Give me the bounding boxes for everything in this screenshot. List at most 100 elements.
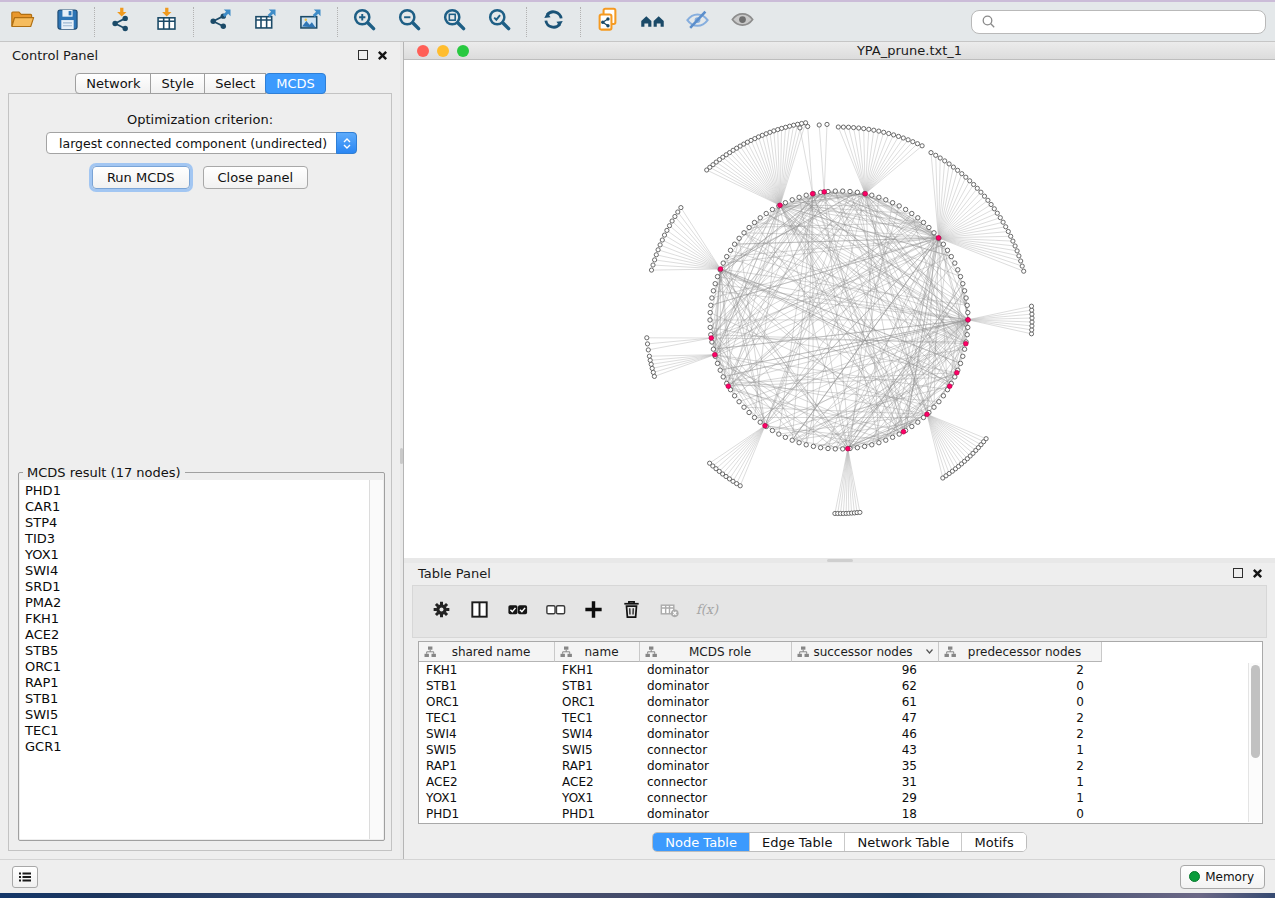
mcds-result-scrollbar[interactable] (369, 480, 383, 839)
mcds-result-item[interactable]: ACE2 (25, 627, 369, 643)
binoculars-button[interactable] (630, 5, 675, 39)
export-network-button[interactable] (198, 5, 243, 39)
mcds-result-item[interactable]: CAR1 (25, 499, 369, 515)
export-table-button[interactable] (243, 5, 288, 39)
horizontal-splitter[interactable] (404, 558, 1275, 563)
close-window-light[interactable] (417, 45, 429, 57)
close-panel-button[interactable]: Close panel (203, 166, 309, 189)
table-row[interactable]: SWI4SWI4dominator462 (419, 726, 1262, 742)
hide-selected-button[interactable] (675, 5, 720, 39)
mcds-result-item[interactable]: PHD1 (25, 483, 369, 499)
tab-select[interactable]: Select (204, 73, 266, 94)
network-window-titlebar[interactable]: YPA_prune.txt_1 (404, 42, 1275, 60)
column-header-predecessor-nodes[interactable]: predecessor nodes (939, 642, 1102, 662)
uncheck-pair-icon (544, 598, 567, 625)
export-image-button[interactable] (288, 5, 333, 39)
show-selected-button[interactable] (720, 5, 765, 39)
minimize-window-light[interactable] (437, 45, 449, 57)
import-table-button[interactable] (144, 5, 189, 39)
table-scrollbar-thumb[interactable] (1251, 665, 1260, 758)
table-cell: SWI4 (555, 727, 640, 741)
share-document-button[interactable] (585, 5, 630, 39)
check-pair-button[interactable] (501, 596, 533, 628)
zoom-out-button[interactable] (387, 5, 432, 39)
column-header-name[interactable]: name (555, 642, 640, 662)
close-table-panel-icon[interactable] (1252, 564, 1263, 583)
network-canvas[interactable] (404, 60, 1275, 558)
table-row[interactable]: ACE2ACE2connector311 (419, 774, 1262, 790)
float-panel-icon[interactable] (358, 50, 368, 60)
column-header-MCDS-role[interactable]: MCDS role (640, 642, 792, 662)
refresh-button[interactable] (531, 5, 576, 39)
mcds-result-item[interactable]: STP4 (25, 515, 369, 531)
table-row[interactable]: ORC1ORC1dominator610 (419, 694, 1262, 710)
table-scrollbar[interactable] (1248, 663, 1261, 822)
mcds-result-item[interactable]: FKH1 (25, 611, 369, 627)
fx-button[interactable]: f(x) (691, 596, 723, 628)
table-tabs: Node TableEdge TableNetwork TableMotifs (652, 832, 1026, 852)
table-cell: 2 (939, 759, 1102, 773)
mcds-result-item[interactable]: PMA2 (25, 595, 369, 611)
status-menu-button[interactable] (12, 866, 38, 888)
zoom-fit-button[interactable] (432, 5, 477, 39)
splitter-handle[interactable] (400, 448, 403, 464)
mcds-result-item[interactable]: STB5 (25, 643, 369, 659)
mcds-result-item[interactable]: SWI4 (25, 563, 369, 579)
float-table-panel-icon[interactable] (1233, 568, 1243, 578)
mcds-result-item[interactable]: TEC1 (25, 723, 369, 739)
delete-icon (620, 598, 643, 625)
zoom-in-button[interactable] (342, 5, 387, 39)
node-table: shared namenameMCDS rolesuccessor nodesp… (418, 641, 1263, 824)
mcds-result-item[interactable]: RAP1 (25, 675, 369, 691)
table-cell: ORC1 (555, 695, 640, 709)
uncheck-pair-button[interactable] (539, 596, 571, 628)
criterion-dropdown[interactable]: largest connected component (undirected) (46, 132, 357, 154)
open-button[interactable] (0, 5, 45, 39)
table-cell: dominator (640, 807, 792, 821)
gear-button[interactable] (425, 596, 457, 628)
mcds-result-item[interactable]: GCR1 (25, 739, 369, 755)
desktop-wallpaper-bottom (0, 893, 1275, 898)
table-cell: 2 (939, 727, 1102, 741)
mcds-result-item[interactable]: ORC1 (25, 659, 369, 675)
mcds-result-item[interactable]: STB1 (25, 691, 369, 707)
table-row[interactable]: STB1STB1dominator620 (419, 678, 1262, 694)
mcds-result-item[interactable]: SWI5 (25, 707, 369, 723)
table-row[interactable]: SWI5SWI5connector431 (419, 742, 1262, 758)
table-row[interactable]: YOX1YOX1connector291 (419, 790, 1262, 806)
table-cell: 31 (792, 775, 939, 789)
table-row[interactable]: RAP1RAP1dominator352 (419, 758, 1262, 774)
column-header-successor-nodes[interactable]: successor nodes (792, 642, 939, 662)
zoom-selected-button[interactable] (477, 5, 522, 39)
tab-motifs[interactable]: Motifs (962, 833, 1025, 851)
table-row[interactable]: PHD1PHD1dominator180 (419, 806, 1262, 822)
mcds-result-list[interactable]: PHD1CAR1STP4TID3YOX1SWI4SRD1PMA2FKH1ACE2… (20, 480, 383, 839)
add-button[interactable] (577, 596, 609, 628)
import-network-button[interactable] (99, 5, 144, 39)
mcds-result-item[interactable]: SRD1 (25, 579, 369, 595)
zoom-window-light[interactable] (457, 45, 469, 57)
tab-edge-table[interactable]: Edge Table (750, 833, 845, 851)
mcds-result-item[interactable]: TID3 (25, 531, 369, 547)
save-icon (54, 6, 81, 37)
tab-network[interactable]: Network (75, 73, 151, 94)
mcds-result-item[interactable]: YOX1 (25, 547, 369, 563)
tab-style[interactable]: Style (150, 73, 205, 94)
tab-node-table[interactable]: Node Table (653, 833, 750, 851)
column-header-shared-name[interactable]: shared name (419, 642, 555, 662)
table-row[interactable]: TEC1TEC1connector472 (419, 710, 1262, 726)
columns-button[interactable] (463, 596, 495, 628)
tab-network-table[interactable]: Network Table (845, 833, 962, 851)
tab-mcds[interactable]: MCDS (265, 73, 326, 94)
table-cell: PHD1 (419, 807, 555, 821)
hide-selected-icon (684, 6, 711, 37)
delete-button[interactable] (615, 596, 647, 628)
close-panel-icon[interactable] (377, 46, 388, 65)
search-input[interactable] (971, 10, 1266, 34)
run-mcds-button[interactable]: Run MCDS (92, 166, 190, 189)
table-cell: STB1 (555, 679, 640, 693)
table-delete-button[interactable] (653, 596, 685, 628)
save-button[interactable] (45, 5, 90, 39)
table-row[interactable]: FKH1FKH1dominator962 (419, 662, 1262, 678)
memory-button[interactable]: Memory (1180, 865, 1265, 889)
